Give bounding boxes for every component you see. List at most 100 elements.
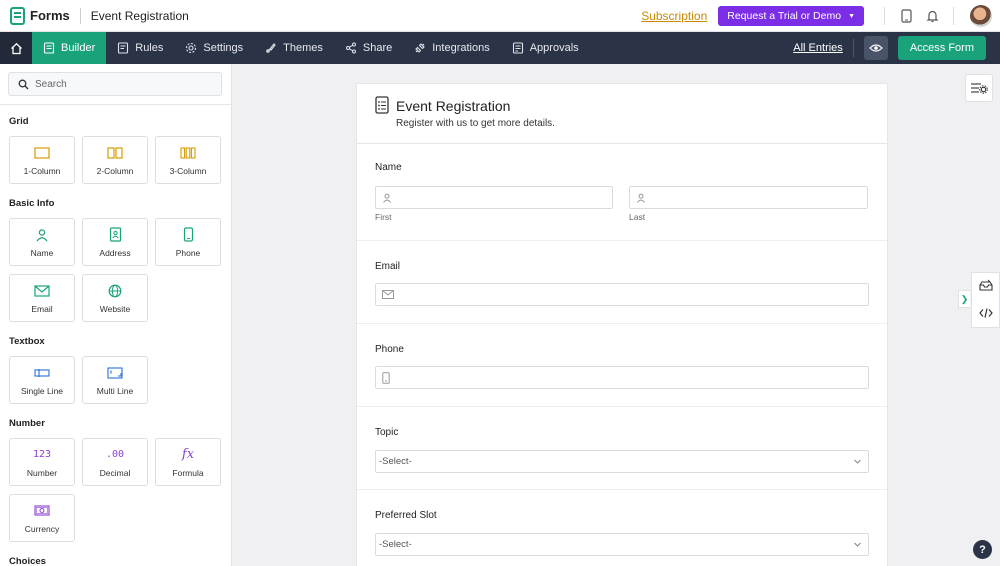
globe-icon <box>108 283 122 299</box>
field-2-column[interactable]: 2-Column <box>82 136 148 184</box>
builder-icon <box>43 42 55 54</box>
tile-label: Email <box>31 303 53 314</box>
tile-label: 2-Column <box>96 165 134 176</box>
tab-label: Builder <box>61 42 96 54</box>
field-3-column[interactable]: 3-Column <box>155 136 221 184</box>
first-sublabel: First <box>375 212 392 222</box>
topic-select[interactable]: -Select- <box>375 450 869 473</box>
field-label: Name <box>375 162 402 173</box>
slot-select[interactable]: -Select- <box>375 533 869 556</box>
top-bar: Forms Event Registration Subscription Re… <box>0 0 1000 32</box>
home-icon <box>10 42 22 54</box>
email-input[interactable] <box>375 283 869 306</box>
avatar[interactable] <box>970 5 992 27</box>
one-column-icon <box>34 145 50 161</box>
tab-share[interactable]: Share <box>334 32 403 64</box>
form-title: Event Registration <box>90 8 189 23</box>
field-phone[interactable]: Phone <box>155 218 221 266</box>
field-name[interactable]: Name <box>9 218 75 266</box>
app-logo[interactable]: Forms <box>10 6 70 25</box>
field-address[interactable]: Address <box>82 218 148 266</box>
person-icon <box>637 193 645 203</box>
name-field-block[interactable]: Name First Last <box>357 144 887 241</box>
request-trial-label: Request a Trial or Demo <box>727 10 842 22</box>
section-title-basic-info: Basic Info <box>9 198 55 209</box>
field-decimal[interactable]: .00 Decimal <box>82 438 148 486</box>
slot-field-block[interactable]: Preferred Slot -Select- <box>357 490 887 566</box>
form-subheading: Register with us to get more details. <box>396 118 555 129</box>
field-palette: Grid 1-Column 2-Column 3-Column Basic In… <box>0 64 232 566</box>
field-website[interactable]: Website <box>82 274 148 322</box>
eye-icon <box>868 44 883 52</box>
search-input[interactable] <box>35 78 215 90</box>
first-name-input[interactable] <box>375 186 613 209</box>
field-currency[interactable]: Currency <box>9 494 75 542</box>
last-name-input[interactable] <box>629 186 868 209</box>
bell-icon[interactable] <box>923 7 941 25</box>
search-box[interactable] <box>8 72 222 96</box>
field-formula[interactable]: fx Formula <box>155 438 221 486</box>
tile-label: Name <box>30 247 54 258</box>
chevron-down-icon <box>854 459 861 464</box>
code-icon[interactable] <box>978 307 993 321</box>
share-icon <box>345 42 357 54</box>
tab-integrations[interactable]: Integrations <box>403 32 500 64</box>
subscription-link[interactable]: Subscription <box>641 9 707 23</box>
tab-label: Share <box>362 42 393 54</box>
help-button[interactable]: ? <box>973 540 992 559</box>
expand-panel-toggle[interactable]: ❯ <box>958 290 970 308</box>
tab-label: Integrations <box>432 42 490 54</box>
inbox-icon[interactable] <box>978 279 993 295</box>
tile-label: Address <box>99 247 131 258</box>
topic-field-block[interactable]: Topic -Select- <box>357 407 887 490</box>
person-icon <box>383 193 391 203</box>
tile-label: Formula <box>172 467 204 478</box>
section-title-choices: Choices <box>9 556 46 566</box>
tab-builder[interactable]: Builder <box>32 32 107 64</box>
home-button[interactable] <box>0 32 32 64</box>
form-document-icon <box>375 96 389 117</box>
tab-approvals[interactable]: Approvals <box>501 32 590 64</box>
three-column-icon <box>180 145 196 161</box>
tile-label: Decimal <box>99 467 131 478</box>
field-single-line[interactable]: Single Line <box>9 356 75 404</box>
divider <box>79 7 81 24</box>
section-title-textbox: Textbox <box>9 336 45 347</box>
tab-label: Approvals <box>529 42 579 54</box>
form-header[interactable]: Event Registration Register with us to g… <box>357 84 887 144</box>
integrations-icon <box>414 42 426 54</box>
app-name: Forms <box>30 8 70 23</box>
tab-settings[interactable]: Settings <box>174 32 254 64</box>
person-icon <box>35 227 49 243</box>
access-form-button[interactable]: Access Form <box>897 36 986 60</box>
select-value: -Select- <box>379 456 412 467</box>
mobile-icon[interactable] <box>897 7 915 25</box>
section-title-number: Number <box>9 418 45 429</box>
email-field-block[interactable]: Email <box>357 241 887 324</box>
section-title-grid: Grid <box>9 116 29 127</box>
chevron-down-icon <box>854 542 861 547</box>
divider <box>852 39 854 57</box>
form-preview-card: Event Registration Register with us to g… <box>357 84 887 566</box>
phone-field-block[interactable]: Phone <box>357 324 887 407</box>
envelope-icon <box>34 283 50 299</box>
tab-themes[interactable]: Themes <box>254 32 334 64</box>
field-multi-line[interactable]: Multi Line <box>82 356 148 404</box>
tile-label: 1-Column <box>23 165 61 176</box>
field-number[interactable]: 123 Number <box>9 438 75 486</box>
form-settings-button[interactable] <box>965 74 993 102</box>
preview-button[interactable] <box>863 36 888 60</box>
request-trial-button[interactable]: Request a Trial or Demo ▼ <box>718 6 864 26</box>
field-label: Topic <box>375 427 399 438</box>
all-entries-link[interactable]: All Entries <box>793 42 843 54</box>
single-line-icon <box>34 365 50 381</box>
tab-rules[interactable]: Rules <box>106 32 174 64</box>
field-1-column[interactable]: 1-Column <box>9 136 75 184</box>
rules-icon <box>117 42 129 54</box>
chevron-down-icon: ▼ <box>848 12 855 20</box>
last-sublabel: Last <box>629 212 646 222</box>
field-label: Email <box>375 261 401 272</box>
field-email[interactable]: Email <box>9 274 75 322</box>
phone-input[interactable] <box>375 366 869 389</box>
tile-label: 3-Column <box>169 165 207 176</box>
